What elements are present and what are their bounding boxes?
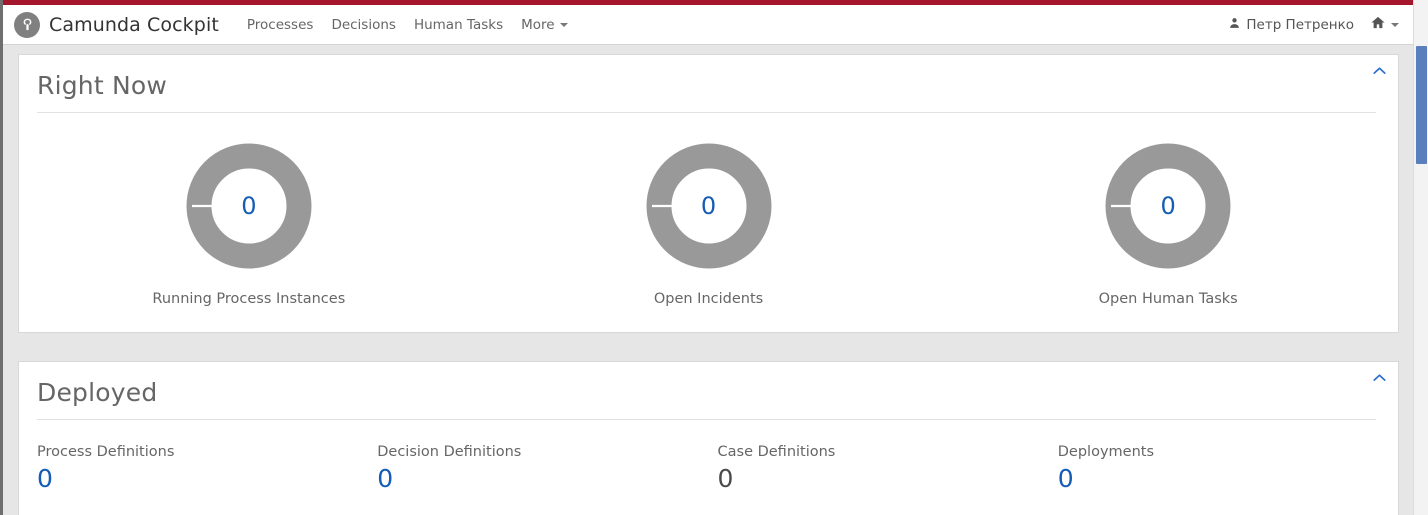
deployed-divider [37,419,1376,420]
nav-item-more-label: More [521,16,555,33]
metric-label: Open Human Tasks [1098,291,1238,307]
right-now-metrics: 0 Running Process Instances 0 Open Incid… [19,121,1398,307]
stat-label: Decision Definitions [377,444,522,460]
deployed-header: Deployed [19,362,1398,428]
chevron-up-icon [1372,373,1386,381]
right-now-divider [37,112,1376,113]
stat-decision-definitions: Decision Definitions 0 [377,444,717,494]
stat-deployments: Deployments 0 [1058,444,1398,494]
stat-label: Process Definitions [37,444,175,460]
user-menu[interactable]: Петр Петренко [1228,16,1354,34]
navbar-right: Петр Петренко [1228,15,1401,34]
deployed-collapse-button[interactable] [1368,366,1390,388]
top-navbar: Camunda Cockpit Processes Decisions Huma… [3,5,1413,45]
nav-item-decisions[interactable]: Decisions [331,17,396,33]
metric-open-incidents[interactable]: 0 Open Incidents [479,143,939,307]
nav-item-human-tasks[interactable]: Human Tasks [414,17,503,33]
right-now-panel: Right Now 0 Running Process Instances 0 … [18,54,1399,333]
right-now-collapse-button[interactable] [1368,59,1390,81]
right-now-header: Right Now [19,55,1398,121]
stat-value[interactable]: 0 [37,464,53,494]
home-icon [1370,15,1386,34]
donut-chart: 0 [646,143,772,269]
chevron-up-icon [1372,66,1386,74]
metric-value: 0 [241,192,257,220]
metric-label: Open Incidents [653,291,764,307]
metric-label: Running Process Instances [152,291,346,307]
donut-chart: 0 [1105,143,1231,269]
deployed-title: Deployed [37,378,158,407]
metric-value: 0 [1160,192,1176,220]
donut-chart: 0 [186,143,312,269]
stat-label: Case Definitions [717,444,836,460]
right-now-title: Right Now [37,71,168,100]
stat-process-definitions: Process Definitions 0 [37,444,377,494]
stat-value: 0 [717,464,734,493]
vertical-scrollbar[interactable] [1413,0,1428,515]
brand-link[interactable]: Camunda Cockpit [14,11,219,38]
nav-item-more[interactable]: More [521,16,568,33]
deployed-panel: Deployed Process Definitions 0 Decision … [18,361,1399,515]
metric-running-process-instances[interactable]: 0 Running Process Instances [19,143,479,307]
top-accent-bar [3,0,1413,5]
page-frame: Camunda Cockpit Processes Decisions Huma… [0,0,1413,515]
metric-value: 0 [700,192,717,220]
stat-case-definitions: Case Definitions 0 [718,444,1058,494]
main-nav: Processes Decisions Human Tasks More [247,17,568,33]
stat-value[interactable]: 0 [377,464,393,494]
camunda-logo-icon [14,11,40,38]
nav-item-processes[interactable]: Processes [247,17,314,33]
metric-open-human-tasks[interactable]: 0 Open Human Tasks [938,143,1398,307]
brand-title: Camunda Cockpit [49,13,219,36]
scrollbar-thumb[interactable] [1416,46,1427,164]
caret-down-icon [1391,22,1399,27]
home-menu[interactable] [1370,15,1401,34]
caret-down-icon [559,22,568,27]
deployed-stats: Process Definitions 0 Decision Definitio… [19,428,1398,494]
stat-label: Deployments [1057,444,1154,460]
stat-value[interactable]: 0 [1058,464,1074,494]
user-name: Петр Петренко [1246,16,1354,33]
user-icon [1228,16,1241,34]
